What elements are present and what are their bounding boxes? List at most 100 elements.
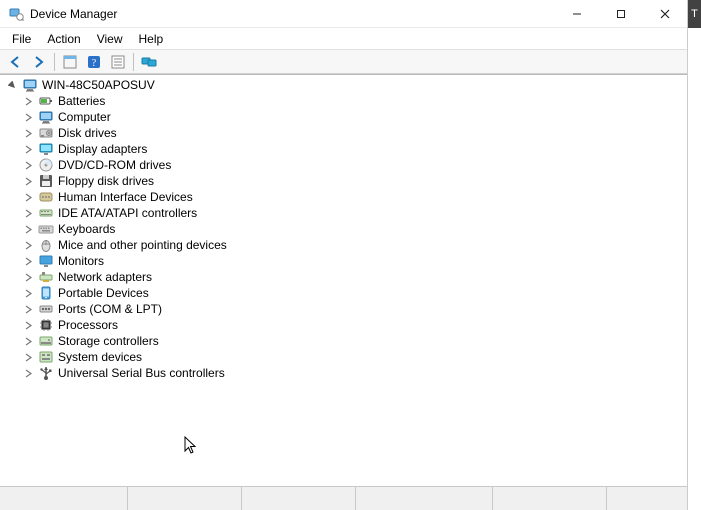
expand-icon[interactable] <box>22 239 34 251</box>
optical-icon <box>38 157 54 173</box>
menu-help[interactable]: Help <box>131 30 172 48</box>
tree-category-node[interactable]: Computer <box>0 109 687 125</box>
device-tree: WIN-48C50APOSUV BatteriesComputerDisk dr… <box>0 75 687 387</box>
tree-category-node[interactable]: Floppy disk drives <box>0 173 687 189</box>
toolbar-scan-button[interactable] <box>138 52 160 72</box>
tree-category-node[interactable]: System devices <box>0 349 687 365</box>
expand-icon[interactable] <box>22 287 34 299</box>
tree-category-node[interactable]: Disk drives <box>0 125 687 141</box>
adjacent-window-edge: T <box>688 0 701 28</box>
tree-category-node[interactable]: Batteries <box>0 93 687 109</box>
tree-root-node[interactable]: WIN-48C50APOSUV <box>0 77 687 93</box>
device-tree-pane[interactable]: WIN-48C50APOSUV BatteriesComputerDisk dr… <box>0 74 687 486</box>
menubar: File Action View Help <box>0 28 687 50</box>
storage-icon <box>38 333 54 349</box>
help-icon <box>86 54 102 70</box>
menu-file[interactable]: File <box>4 30 39 48</box>
window-controls <box>555 0 687 28</box>
toolbar-back-button[interactable] <box>4 52 26 72</box>
toolbar-properties-button[interactable] <box>107 52 129 72</box>
tree-category-node[interactable]: Processors <box>0 317 687 333</box>
expand-icon[interactable] <box>22 319 34 331</box>
tree-category-node[interactable]: IDE ATA/ATAPI controllers <box>0 205 687 221</box>
toolbar-showhide-button[interactable] <box>59 52 81 72</box>
tree-category-label: IDE ATA/ATAPI controllers <box>58 206 197 220</box>
tree-category-label: DVD/CD-ROM drives <box>58 158 171 172</box>
tree-category-label: System devices <box>58 350 142 364</box>
monitor-icon <box>38 253 54 269</box>
toolbar-forward-button[interactable] <box>28 52 50 72</box>
hid-icon <box>38 189 54 205</box>
tree-category-node[interactable]: Universal Serial Bus controllers <box>0 365 687 381</box>
tree-category-label: Monitors <box>58 254 104 268</box>
tree-category-node[interactable]: Monitors <box>0 253 687 269</box>
expand-icon[interactable] <box>22 175 34 187</box>
expand-icon[interactable] <box>22 143 34 155</box>
tree-category-node[interactable]: Portable Devices <box>0 285 687 301</box>
mouse-icon <box>38 237 54 253</box>
expand-icon[interactable] <box>22 351 34 363</box>
monitors-icon <box>141 54 157 70</box>
tree-category-node[interactable]: Keyboards <box>0 221 687 237</box>
tree-category-label: Portable Devices <box>58 286 149 300</box>
tree-category-node[interactable]: Network adapters <box>0 269 687 285</box>
tree-category-node[interactable]: Ports (COM & LPT) <box>0 301 687 317</box>
portable-icon <box>38 285 54 301</box>
expand-icon[interactable] <box>22 95 34 107</box>
expand-icon[interactable] <box>22 159 34 171</box>
disk-icon <box>38 125 54 141</box>
pane-icon <box>62 54 78 70</box>
properties-icon <box>110 54 126 70</box>
arrow-left-icon <box>7 54 23 70</box>
tree-category-label: Ports (COM & LPT) <box>58 302 162 316</box>
cpu-icon <box>38 317 54 333</box>
expand-icon[interactable] <box>22 367 34 379</box>
menu-view[interactable]: View <box>89 30 131 48</box>
close-button[interactable] <box>643 0 687 28</box>
computer-icon <box>38 109 54 125</box>
expand-icon[interactable] <box>22 335 34 347</box>
tree-category-node[interactable]: Mice and other pointing devices <box>0 237 687 253</box>
network-icon <box>38 269 54 285</box>
tree-category-label: Floppy disk drives <box>58 174 154 188</box>
expand-icon[interactable] <box>22 127 34 139</box>
titlebar: Device Manager <box>0 0 687 28</box>
minimize-icon <box>572 9 582 19</box>
tree-category-label: Display adapters <box>58 142 147 156</box>
expand-icon[interactable] <box>22 191 34 203</box>
collapse-icon[interactable] <box>6 79 18 91</box>
device-manager-window: Device Manager File Action View Help <box>0 0 688 510</box>
expand-icon[interactable] <box>22 207 34 219</box>
tree-category-label: Keyboards <box>58 222 115 236</box>
tree-category-node[interactable]: Human Interface Devices <box>0 189 687 205</box>
expand-icon[interactable] <box>22 223 34 235</box>
tree-category-node[interactable]: DVD/CD-ROM drives <box>0 157 687 173</box>
display-icon <box>38 141 54 157</box>
toolbar-help-button[interactable] <box>83 52 105 72</box>
maximize-icon <box>616 9 626 19</box>
tree-category-label: Human Interface Devices <box>58 190 193 204</box>
tree-category-label: Storage controllers <box>58 334 159 348</box>
computer-icon <box>22 77 38 93</box>
maximize-button[interactable] <box>599 0 643 28</box>
expand-icon[interactable] <box>22 303 34 315</box>
toolbar-separator <box>54 53 55 71</box>
expand-icon[interactable] <box>22 255 34 267</box>
toolbar <box>0 50 687 74</box>
system-icon <box>38 349 54 365</box>
tree-category-label: Disk drives <box>58 126 117 140</box>
tree-category-node[interactable]: Display adapters <box>0 141 687 157</box>
tree-category-label: Universal Serial Bus controllers <box>58 366 225 380</box>
expand-icon[interactable] <box>22 111 34 123</box>
expand-icon[interactable] <box>22 271 34 283</box>
arrow-right-icon <box>31 54 47 70</box>
tree-category-label: Network adapters <box>58 270 152 284</box>
tree-category-node[interactable]: Storage controllers <box>0 333 687 349</box>
app-icon <box>8 6 24 22</box>
menu-action[interactable]: Action <box>39 30 88 48</box>
tree-category-label: Mice and other pointing devices <box>58 238 227 252</box>
tree-category-label: Batteries <box>58 94 105 108</box>
floppy-icon <box>38 173 54 189</box>
keyboard-icon <box>38 221 54 237</box>
minimize-button[interactable] <box>555 0 599 28</box>
